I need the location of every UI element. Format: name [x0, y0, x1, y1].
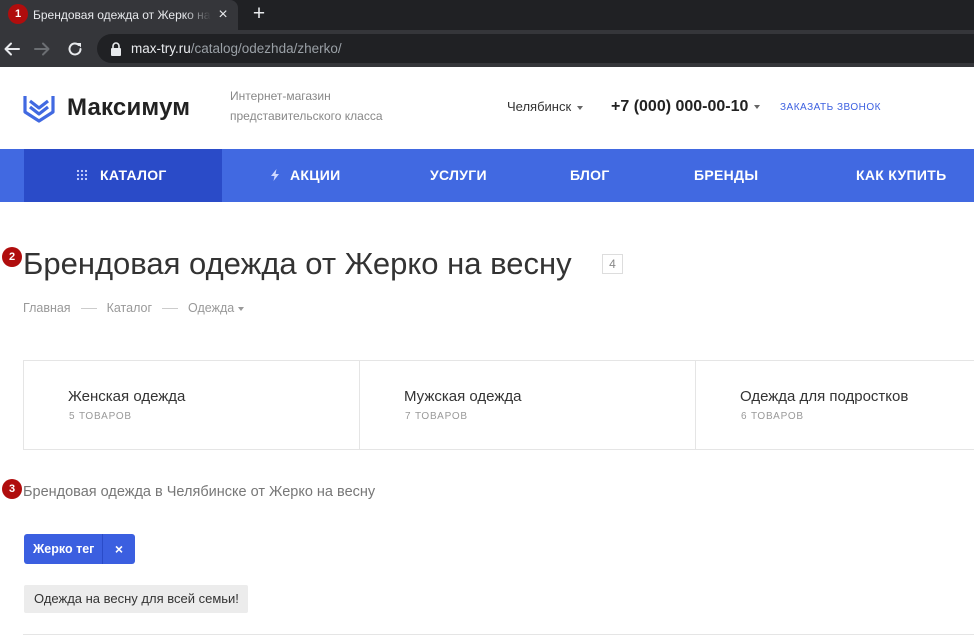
- breadcrumb-separator: [80, 308, 97, 310]
- chevron-down-icon: [577, 105, 584, 110]
- breadcrumb-catalog[interactable]: Каталог: [107, 301, 152, 315]
- tagline: Интернет-магазин представительского клас…: [230, 89, 383, 123]
- close-icon[interactable]: ×: [103, 534, 135, 564]
- nav-item-how-to-buy[interactable]: КАК КУПИТЬ: [856, 149, 946, 202]
- breadcrumb: Главная Каталог Одежда: [23, 300, 245, 316]
- subcategory-count: 7 ТОВАРОВ: [405, 411, 468, 422]
- grid-icon: [76, 170, 88, 181]
- step-marker: 1: [8, 4, 28, 24]
- callback-link[interactable]: ЗАКАЗАТЬ ЗВОНОК: [780, 101, 881, 115]
- nav-item-promos[interactable]: АКЦИИ: [270, 149, 341, 202]
- subcategory-list: Женская одежда 5 ТОВАРОВ Мужская одежда …: [23, 360, 974, 450]
- nav-item-catalog[interactable]: КАТАЛОГ: [24, 149, 222, 202]
- new-tab-icon[interactable]: +: [248, 3, 270, 25]
- nav-item-services[interactable]: УСЛУГИ: [430, 149, 487, 202]
- subcategory-card[interactable]: Женская одежда 5 ТОВАРОВ: [24, 361, 360, 449]
- subcategory-name: Мужская одежда: [404, 388, 522, 405]
- tab-title: Брендовая одежда от Жерко на весну: [33, 8, 211, 22]
- seo-heading: Брендовая одежда в Челябинске от Жерко н…: [23, 484, 376, 500]
- breadcrumb-separator: [162, 308, 179, 310]
- breadcrumb-clothing-label: Одежда: [188, 301, 235, 315]
- product-count-badge: 4: [602, 254, 623, 274]
- phone-selector[interactable]: +7 (000) 000-00-10: [611, 97, 761, 117]
- city-label: Челябинск: [507, 99, 572, 114]
- step-marker: 2: [2, 247, 22, 267]
- browser-toolbar: max-try.ru/catalog/odezhda/zherko/: [0, 30, 974, 67]
- breadcrumb-clothing[interactable]: Одежда: [188, 301, 245, 315]
- lock-icon: [111, 42, 121, 56]
- forward-icon[interactable]: [31, 38, 53, 60]
- active-tag-filter: Жерко тег ×: [24, 534, 135, 564]
- subcategory-card[interactable]: Мужская одежда 7 ТОВАРОВ: [360, 361, 696, 449]
- tag-chip[interactable]: Одежда на весну для всей семьи!: [24, 585, 248, 613]
- tag-label[interactable]: Жерко тег: [33, 541, 94, 557]
- chevron-down-icon: [238, 306, 245, 311]
- main-nav: КАТАЛОГ АКЦИИ УСЛУГИ БЛОГ БРЕНДЫ КАК КУП…: [0, 149, 974, 202]
- reload-icon[interactable]: [64, 38, 86, 60]
- city-selector[interactable]: Челябинск: [507, 98, 584, 116]
- nav-item-blog[interactable]: БЛОГ: [570, 149, 610, 202]
- breadcrumb-home[interactable]: Главная: [23, 301, 71, 315]
- subcategory-count: 6 ТОВАРОВ: [741, 411, 804, 422]
- browser-tab[interactable]: Брендовая одежда от Жерко на весну ×: [0, 0, 238, 30]
- url-path: /catalog/odezhda/zherko/: [190, 41, 342, 56]
- logo-text[interactable]: Максимум: [67, 94, 190, 122]
- page-title: Брендовая одежда от Жерко на весну: [23, 246, 572, 281]
- subcategory-name: Одежда для подростков: [740, 388, 909, 405]
- nav-item-brands[interactable]: БРЕНДЫ: [694, 149, 758, 202]
- logo-icon[interactable]: [23, 93, 55, 123]
- step-marker: 3: [2, 479, 22, 499]
- subcategory-count: 5 ТОВАРОВ: [69, 411, 132, 422]
- browser-tab-strip: Брендовая одежда от Жерко на весну × +: [0, 0, 974, 30]
- nav-catalog-label: КАТАЛОГ: [100, 167, 167, 183]
- url-host: max-try.ru: [131, 41, 191, 56]
- phone-number: +7 (000) 000-00-10: [611, 98, 749, 115]
- chevron-down-icon: [754, 104, 761, 109]
- divider: [23, 634, 974, 635]
- url-text: max-try.ru/catalog/odezhda/zherko/: [131, 40, 342, 57]
- nav-promos-label: АКЦИИ: [290, 167, 341, 183]
- tab-close-icon[interactable]: ×: [213, 5, 233, 25]
- subcategory-name: Женская одежда: [68, 388, 186, 405]
- address-bar[interactable]: max-try.ru/catalog/odezhda/zherko/: [97, 34, 974, 63]
- subcategory-card[interactable]: Одежда для подростков 6 ТОВАРОВ: [696, 361, 974, 449]
- back-icon[interactable]: [1, 38, 23, 60]
- lightning-icon: [271, 169, 279, 182]
